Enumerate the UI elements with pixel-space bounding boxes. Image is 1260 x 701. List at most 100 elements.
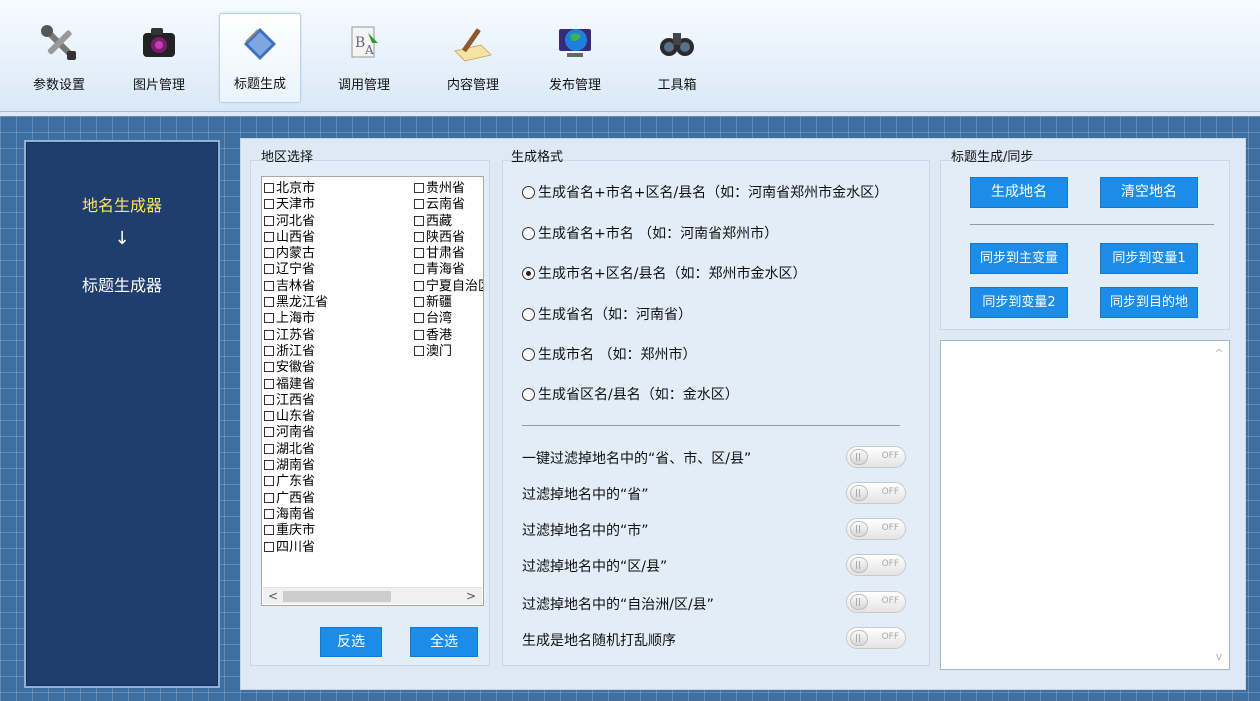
filter-city-toggle[interactable]: OFF — [846, 518, 906, 540]
checkbox-icon[interactable] — [414, 199, 424, 210]
region-checkbox[interactable]: 湖南省 — [262, 458, 328, 474]
checkbox-icon[interactable] — [264, 460, 274, 471]
radio-button[interactable] — [522, 348, 535, 361]
filter-autonomous-toggle[interactable]: OFF — [846, 591, 906, 613]
region-checkbox[interactable]: 天津市 — [262, 197, 328, 213]
filter-district-toggle[interactable]: OFF — [846, 554, 906, 576]
region-list[interactable]: 北京市 天津市 河北省 山西省 内蒙古 辽宁省 吉林省 黑龙江省 上海市 江苏省 浙江省 安徽省 福建省… — [261, 176, 484, 606]
checkbox-icon[interactable] — [264, 378, 274, 389]
invert-selection-button[interactable]: 反选 — [320, 627, 382, 657]
toolbar-publish-button[interactable]: 发布管理 — [534, 13, 616, 103]
region-checkbox[interactable]: 新疆 — [412, 295, 483, 311]
nav-title-generator[interactable]: 标题生成器 — [26, 272, 218, 296]
checkbox-icon[interactable] — [414, 329, 424, 340]
checkbox-icon[interactable] — [414, 264, 424, 275]
checkbox-icon[interactable] — [264, 362, 274, 373]
checkbox-icon[interactable] — [264, 215, 274, 226]
checkbox-icon[interactable] — [264, 199, 274, 210]
checkbox-icon[interactable] — [264, 541, 274, 552]
format-option-6[interactable]: 生成省区名/县名（如：金水区） — [522, 384, 739, 404]
checkbox-icon[interactable] — [264, 443, 274, 454]
checkbox-icon[interactable] — [414, 183, 424, 193]
region-checkbox[interactable]: 海南省 — [262, 507, 328, 523]
region-checkbox[interactable]: 青海省 — [412, 262, 483, 278]
scroll-up-icon[interactable]: ^ — [1211, 347, 1227, 360]
region-checkbox[interactable]: 湖北省 — [262, 442, 328, 458]
region-checkbox[interactable]: 辽宁省 — [262, 262, 328, 278]
region-checkbox[interactable]: 澳门 — [412, 344, 483, 360]
region-checkbox[interactable]: 四川省 — [262, 540, 328, 556]
select-all-button[interactable]: 全选 — [410, 627, 478, 657]
checkbox-icon[interactable] — [264, 264, 274, 275]
region-checkbox[interactable]: 陕西省 — [412, 230, 483, 246]
toolbar-images-button[interactable]: 图片管理 — [118, 13, 200, 103]
clear-names-button[interactable]: 清空地名 — [1100, 177, 1198, 208]
region-checkbox[interactable]: 河北省 — [262, 214, 328, 230]
region-checkbox[interactable]: 宁夏自治区 — [412, 279, 483, 295]
region-checkbox[interactable]: 江苏省 — [262, 328, 328, 344]
scroll-right-icon[interactable]: > — [466, 588, 476, 605]
region-checkbox[interactable]: 上海市 — [262, 311, 328, 327]
region-checkbox[interactable]: 山东省 — [262, 409, 328, 425]
sync-var2-button[interactable]: 同步到变量2 — [970, 287, 1068, 318]
output-textarea[interactable]: ^ v — [940, 340, 1230, 670]
checkbox-icon[interactable] — [264, 525, 274, 536]
checkbox-icon[interactable] — [414, 215, 424, 226]
radio-button[interactable] — [522, 388, 535, 401]
scroll-down-icon[interactable]: v — [1211, 650, 1227, 663]
checkbox-icon[interactable] — [264, 394, 274, 405]
radio-button[interactable] — [522, 186, 535, 199]
toolbar-toolbox-button[interactable]: 工具箱 — [636, 13, 718, 103]
sync-target-button[interactable]: 同步到目的地 — [1100, 287, 1198, 318]
checkbox-icon[interactable] — [264, 411, 274, 422]
checkbox-icon[interactable] — [264, 427, 274, 438]
region-checkbox[interactable]: 山西省 — [262, 230, 328, 246]
checkbox-icon[interactable] — [264, 329, 274, 340]
format-option-1[interactable]: 生成省名+市名+区名/县名（如：河南省郑州市金水区） — [522, 182, 888, 202]
checkbox-icon[interactable] — [264, 231, 274, 242]
checkbox-icon[interactable] — [264, 476, 274, 487]
region-checkbox[interactable]: 安徽省 — [262, 360, 328, 376]
filter-province-toggle[interactable]: OFF — [846, 482, 906, 504]
radio-button[interactable] — [522, 227, 535, 240]
region-checkbox[interactable]: 重庆市 — [262, 523, 328, 539]
region-checkbox[interactable]: 江西省 — [262, 393, 328, 409]
horizontal-scrollbar[interactable]: < > — [263, 587, 482, 604]
nav-place-generator[interactable]: 地名生成器 — [26, 192, 218, 216]
checkbox-icon[interactable] — [414, 248, 424, 259]
sync-var1-button[interactable]: 同步到变量1 — [1100, 243, 1198, 274]
checkbox-icon[interactable] — [414, 345, 424, 356]
checkbox-icon[interactable] — [414, 297, 424, 308]
shuffle-toggle[interactable]: OFF — [846, 627, 906, 649]
region-checkbox[interactable]: 黑龙江省 — [262, 295, 328, 311]
toolbar-content-button[interactable]: 内容管理 — [432, 13, 514, 103]
region-checkbox[interactable]: 香港 — [412, 328, 483, 344]
checkbox-icon[interactable] — [264, 280, 274, 291]
region-checkbox[interactable]: 浙江省 — [262, 344, 328, 360]
format-option-5[interactable]: 生成市名 （如：郑州市） — [522, 344, 696, 364]
radio-button-selected[interactable] — [522, 267, 535, 280]
checkbox-icon[interactable] — [264, 492, 274, 503]
region-checkbox[interactable]: 台湾 — [412, 311, 483, 327]
region-checkbox[interactable]: 福建省 — [262, 377, 328, 393]
sync-main-var-button[interactable]: 同步到主变量 — [970, 243, 1068, 274]
region-checkbox[interactable]: 北京市 — [262, 181, 328, 197]
checkbox-icon[interactable] — [264, 508, 274, 519]
generate-names-button[interactable]: 生成地名 — [970, 177, 1068, 208]
format-option-4[interactable]: 生成省名（如：河南省） — [522, 304, 692, 324]
checkbox-icon[interactable] — [264, 248, 274, 259]
region-checkbox[interactable]: 西藏 — [412, 214, 483, 230]
checkbox-icon[interactable] — [264, 313, 274, 324]
checkbox-icon[interactable] — [264, 183, 274, 193]
region-checkbox[interactable]: 内蒙古 — [262, 246, 328, 262]
region-checkbox[interactable]: 云南省 — [412, 197, 483, 213]
toolbar-title-gen-button[interactable]: 标题生成 — [219, 13, 301, 103]
region-checkbox[interactable]: 吉林省 — [262, 279, 328, 295]
region-checkbox[interactable]: 广东省 — [262, 474, 328, 490]
checkbox-icon[interactable] — [264, 345, 274, 356]
checkbox-icon[interactable] — [414, 313, 424, 324]
radio-button[interactable] — [522, 308, 535, 321]
format-option-3[interactable]: 生成市名+区名/县名（如：郑州市金水区） — [522, 263, 806, 283]
filter-all-toggle[interactable]: OFF — [846, 446, 906, 468]
checkbox-icon[interactable] — [414, 231, 424, 242]
